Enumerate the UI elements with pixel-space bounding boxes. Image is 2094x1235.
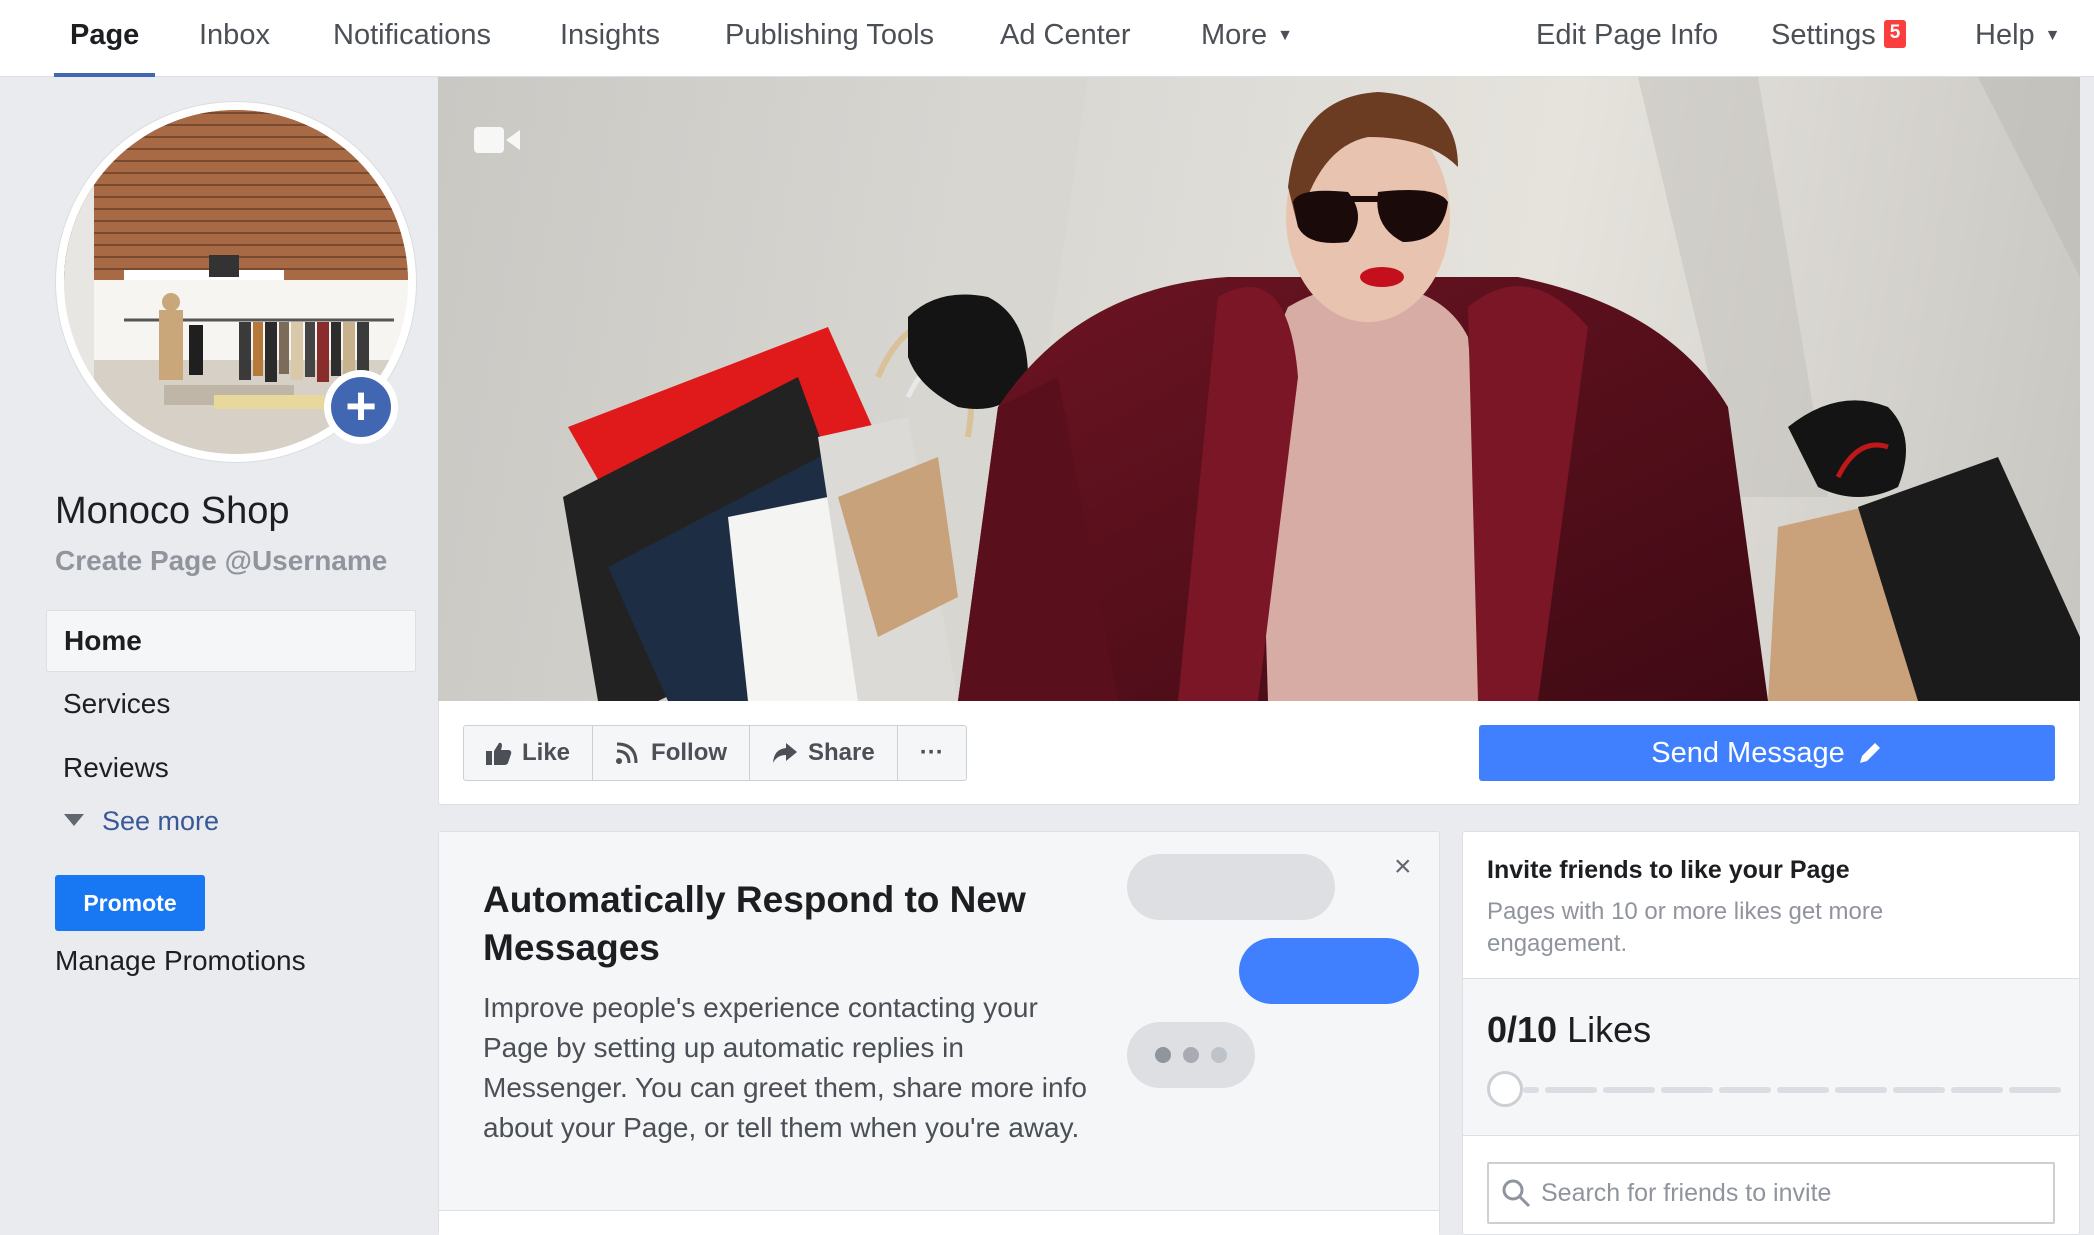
- caret-down-icon: ▼: [2044, 27, 2061, 45]
- likes-counter: 0/10 Likes: [1487, 1009, 1652, 1050]
- progress-segment: [1893, 1087, 1945, 1093]
- rss-feed-icon: [616, 742, 638, 764]
- sidebar-item-reviews[interactable]: Reviews: [46, 738, 416, 800]
- plus-icon: +: [331, 377, 391, 437]
- auto-respond-title: Automatically Respond to New Messages: [483, 879, 1026, 968]
- progress-segment: [1835, 1087, 1887, 1093]
- message-bubble-illustration: [1239, 938, 1419, 1004]
- nav-tab-insights[interactable]: Insights: [560, 0, 660, 77]
- video-camera-icon[interactable]: [474, 125, 520, 155]
- thumbs-up-icon: [486, 742, 512, 765]
- close-icon[interactable]: ×: [1394, 850, 1412, 884]
- nav-tab-ad-center[interactable]: Ad Center: [1000, 0, 1131, 77]
- see-more-link[interactable]: See more: [64, 806, 219, 837]
- progress-segment: [1545, 1087, 1597, 1093]
- nav-tab-publishing-tools[interactable]: Publishing Tools: [725, 0, 934, 77]
- progress-segment: [1603, 1087, 1655, 1093]
- likes-progress-knob: [1487, 1071, 1523, 1107]
- progress-segment: [1951, 1087, 2003, 1093]
- promote-button[interactable]: Promote: [55, 875, 205, 931]
- cover-image-woman-shopping: [563, 77, 2080, 701]
- like-button[interactable]: Like: [464, 726, 594, 780]
- edit-page-info-link[interactable]: Edit Page Info: [1536, 0, 1718, 77]
- nav-tab-more[interactable]: More ▼: [1201, 0, 1293, 77]
- help-menu[interactable]: Help ▼: [1975, 0, 2061, 77]
- progress-segment: [1719, 1087, 1771, 1093]
- page-sidebar-menu: Home Services Reviews: [46, 610, 416, 802]
- page-actions-group: Like Follow Share ···: [463, 725, 967, 781]
- card-footer: [439, 1210, 1439, 1235]
- sidebar-item-home[interactable]: Home: [46, 610, 416, 672]
- search-icon: [1502, 1179, 1531, 1208]
- message-bubble-illustration: [1127, 854, 1335, 920]
- progress-segment: [1661, 1087, 1713, 1093]
- nav-tab-inbox[interactable]: Inbox: [199, 0, 270, 77]
- invite-search-field[interactable]: [1487, 1162, 2055, 1224]
- invite-friends-card: Invite friends to like your Page Pages w…: [1462, 831, 2080, 1235]
- settings-link[interactable]: Settings 5: [1771, 0, 1907, 77]
- likes-progress-section: 0/10 Likes: [1463, 978, 2079, 1136]
- manage-promotions-link[interactable]: Manage Promotions: [55, 945, 306, 977]
- page-name: Monoco Shop: [55, 490, 290, 532]
- share-arrow-icon: [773, 743, 798, 763]
- progress-segment: [1523, 1087, 1539, 1093]
- typing-indicator-icon: [1127, 1022, 1255, 1088]
- ellipsis-icon: ···: [919, 739, 944, 766]
- progress-segment: [1777, 1087, 1829, 1093]
- follow-button[interactable]: Follow: [593, 726, 751, 780]
- share-button[interactable]: Share: [750, 726, 898, 780]
- cover-photo[interactable]: [438, 77, 2080, 701]
- nav-tab-notifications[interactable]: Notifications: [333, 0, 491, 77]
- create-username-link[interactable]: Create Page @Username: [55, 545, 387, 577]
- update-profile-picture-button[interactable]: +: [324, 370, 398, 444]
- top-navigation: Page Inbox Notifications Insights Publis…: [0, 0, 2094, 77]
- sidebar-item-services[interactable]: Services: [46, 674, 416, 736]
- auto-respond-card: Automatically Respond to New Messages Im…: [438, 831, 1440, 1235]
- settings-notification-badge: 5: [1883, 20, 1907, 48]
- triangle-down-icon: [64, 814, 84, 826]
- nav-tab-page[interactable]: Page: [53, 0, 156, 77]
- progress-segment: [2009, 1087, 2061, 1093]
- caret-down-icon: ▼: [1277, 27, 1293, 45]
- invite-subtitle: Pages with 10 or more likes get more eng…: [1487, 898, 1884, 957]
- invite-title: Invite friends to like your Page: [1487, 856, 1850, 884]
- pencil-icon: [1859, 743, 1880, 763]
- more-options-button[interactable]: ···: [898, 726, 966, 780]
- auto-respond-description: Improve people's experience contacting y…: [483, 992, 1087, 1143]
- page-action-bar: Like Follow Share ··· Send Message: [438, 701, 2080, 805]
- send-message-button[interactable]: Send Message: [1479, 725, 2055, 781]
- invite-search-input[interactable]: [1541, 1178, 2041, 1208]
